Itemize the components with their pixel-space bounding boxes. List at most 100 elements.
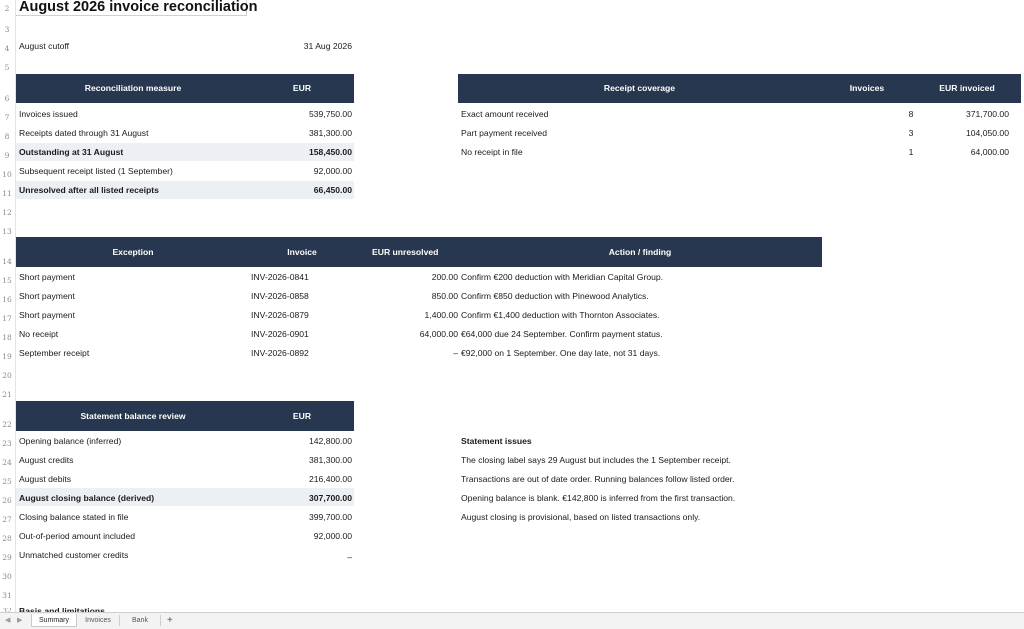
row-number[interactable]: 31 xyxy=(0,591,14,600)
issues-title[interactable]: Statement issues xyxy=(461,434,532,448)
row-number[interactable]: 23 xyxy=(0,439,14,448)
exception-type[interactable]: Short payment xyxy=(19,289,75,303)
coverage-row-label[interactable]: Exact amount received xyxy=(461,107,548,121)
exception-amount[interactable]: 850.00 xyxy=(360,289,458,303)
exceptions-header-action[interactable]: Action / finding xyxy=(458,247,822,257)
recon-header-eur[interactable]: EUR xyxy=(250,83,354,93)
row-number[interactable]: 19 xyxy=(0,352,14,361)
row-number[interactable]: 22 xyxy=(0,420,14,429)
statement-row-value[interactable]: 92,000.00 xyxy=(250,529,352,543)
exception-action[interactable]: Confirm €200 deduction with Meridian Cap… xyxy=(461,270,663,284)
coverage-row-count[interactable]: 8 xyxy=(905,107,917,121)
row-number[interactable]: 17 xyxy=(0,314,14,323)
row-number[interactable]: 12 xyxy=(0,208,14,217)
exception-action[interactable]: Confirm €1,400 deduction with Thornton A… xyxy=(461,308,660,322)
coverage-header-invoices[interactable]: Invoices xyxy=(821,83,913,93)
recon-row-value[interactable]: 158,450.00 xyxy=(250,145,352,159)
statement-row-value[interactable]: 399,700.00 xyxy=(250,510,352,524)
recon-row-value[interactable]: 539,750.00 xyxy=(250,107,352,121)
tab-bank[interactable]: Bank xyxy=(122,614,158,627)
exception-type[interactable]: Short payment xyxy=(19,308,75,322)
exception-type[interactable]: Short payment xyxy=(19,270,75,284)
row-number[interactable]: 21 xyxy=(0,390,14,399)
exceptions-header-eur[interactable]: EUR unresolved xyxy=(372,247,438,257)
cutoff-label[interactable]: August cutoff xyxy=(19,39,69,53)
exception-action[interactable]: €92,000 on 1 September. One day late, no… xyxy=(461,346,660,360)
recon-row-value[interactable]: 381,300.00 xyxy=(250,126,352,140)
row-number[interactable]: 16 xyxy=(0,295,14,304)
row-number[interactable]: 7 xyxy=(0,113,14,122)
cutoff-value[interactable]: 31 Aug 2026 xyxy=(250,39,352,53)
coverage-row-count[interactable]: 1 xyxy=(905,145,917,159)
statement-row-value[interactable]: 142,800.00 xyxy=(250,434,352,448)
exception-type[interactable]: No receipt xyxy=(19,327,58,341)
tab-invoices[interactable]: Invoices xyxy=(79,614,117,627)
statement-row-label[interactable]: Unmatched customer credits xyxy=(19,548,128,562)
issue-item[interactable]: Opening balance is blank. €142,800 is in… xyxy=(461,491,735,505)
exception-amount[interactable]: – xyxy=(360,346,458,360)
statement-header-eur[interactable]: EUR xyxy=(250,411,354,421)
row-number[interactable]: 8 xyxy=(0,132,14,141)
recon-row-label[interactable]: Subsequent receipt listed (1 September) xyxy=(19,164,173,178)
row-number[interactable]: 29 xyxy=(0,553,14,562)
row-number[interactable]: 24 xyxy=(0,458,14,467)
recon-header-measure[interactable]: Reconciliation measure xyxy=(16,83,250,93)
recon-row-value[interactable]: 92,000.00 xyxy=(250,164,352,178)
coverage-header-eur[interactable]: EUR invoiced xyxy=(913,83,1021,93)
issue-item[interactable]: August closing is provisional, based on … xyxy=(461,510,700,524)
statement-header-title[interactable]: Statement balance review xyxy=(16,411,250,421)
page-title[interactable]: August 2026 invoice reconciliation xyxy=(19,0,258,15)
row-number[interactable]: 15 xyxy=(0,276,14,285)
row-number[interactable]: 26 xyxy=(0,496,14,505)
recon-row-label[interactable]: Unresolved after all listed receipts xyxy=(19,183,159,197)
row-number[interactable]: 28 xyxy=(0,534,14,543)
exception-amount[interactable]: 1,400.00 xyxy=(360,308,458,322)
exception-invoice[interactable]: INV-2026-0892 xyxy=(251,346,309,360)
add-sheet-button[interactable]: + xyxy=(167,614,173,627)
issue-item[interactable]: The closing label says 29 August but inc… xyxy=(461,453,731,467)
row-number[interactable]: 9 xyxy=(0,151,14,160)
statement-row-value[interactable]: 307,700.00 xyxy=(250,491,352,505)
statement-row-label[interactable]: Out-of-period amount included xyxy=(19,529,135,543)
coverage-header-title[interactable]: Receipt coverage xyxy=(458,83,821,93)
row-number[interactable]: 14 xyxy=(0,257,14,266)
exception-invoice[interactable]: INV-2026-0841 xyxy=(251,270,309,284)
recon-row-label[interactable]: Outstanding at 31 August xyxy=(19,145,123,159)
statement-row-label[interactable]: August debits xyxy=(19,472,71,486)
exceptions-header-invoice[interactable]: Invoice xyxy=(250,247,354,257)
coverage-row-label[interactable]: No receipt in file xyxy=(461,145,523,159)
exception-amount[interactable]: 64,000.00 xyxy=(360,327,458,341)
statement-row-value[interactable]: 216,400.00 xyxy=(250,472,352,486)
exception-action[interactable]: €64,000 due 24 September. Confirm paymen… xyxy=(461,327,663,341)
coverage-row-value[interactable]: 104,050.00 xyxy=(920,126,1009,140)
statement-row-label[interactable]: August closing balance (derived) xyxy=(19,491,154,505)
statement-row-label[interactable]: August credits xyxy=(19,453,73,467)
coverage-row-count[interactable]: 3 xyxy=(905,126,917,140)
recon-row-label[interactable]: Invoices issued xyxy=(19,107,78,121)
row-number[interactable]: 20 xyxy=(0,371,14,380)
row-number[interactable]: 11 xyxy=(0,189,14,198)
tab-summary[interactable]: Summary xyxy=(31,614,77,627)
row-number[interactable]: 27 xyxy=(0,515,14,524)
row-number[interactable]: 18 xyxy=(0,333,14,342)
row-number[interactable]: 4 xyxy=(0,44,14,53)
scroll-tabs-left-icon[interactable]: ◀ xyxy=(5,616,10,624)
coverage-row-value[interactable]: 371,700.00 xyxy=(920,107,1009,121)
coverage-row-value[interactable]: 64,000.00 xyxy=(920,145,1009,159)
exceptions-header-exception[interactable]: Exception xyxy=(16,247,250,257)
row-number[interactable]: 6 xyxy=(0,94,14,103)
exception-type[interactable]: September receipt xyxy=(19,346,89,360)
coverage-row-label[interactable]: Part payment received xyxy=(461,126,547,140)
statement-row-label[interactable]: Opening balance (inferred) xyxy=(19,434,121,448)
row-number[interactable]: 10 xyxy=(0,170,14,179)
exception-invoice[interactable]: INV-2026-0879 xyxy=(251,308,309,322)
statement-row-value[interactable]: 381,300.00 xyxy=(250,453,352,467)
row-number[interactable]: 5 xyxy=(0,63,14,72)
issue-item[interactable]: Transactions are out of date order. Runn… xyxy=(461,472,734,486)
exception-action[interactable]: Confirm €850 deduction with Pinewood Ana… xyxy=(461,289,649,303)
exception-invoice[interactable]: INV-2026-0858 xyxy=(251,289,309,303)
row-number[interactable]: 30 xyxy=(0,572,14,581)
row-number[interactable]: 3 xyxy=(0,25,14,34)
scroll-tabs-right-icon[interactable]: ▶ xyxy=(17,616,22,624)
row-number[interactable]: 25 xyxy=(0,477,14,486)
